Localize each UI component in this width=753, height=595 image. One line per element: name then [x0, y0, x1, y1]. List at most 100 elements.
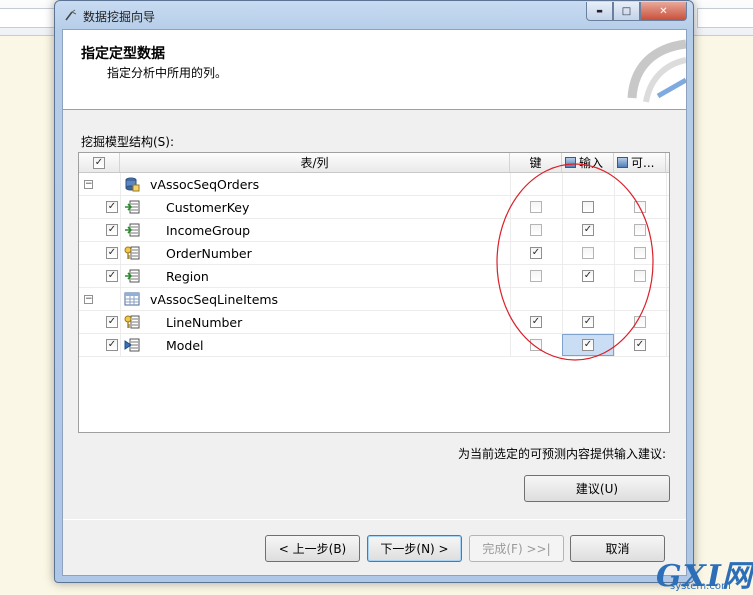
input-checkbox[interactable] — [582, 270, 594, 282]
include-checkbox[interactable] — [106, 339, 118, 351]
maximize-icon: □ — [621, 5, 632, 17]
collapse-icon[interactable]: − — [84, 179, 93, 189]
column-header-predictable-label: 可... — [631, 156, 655, 170]
table-name: vAssocSeqLineItems — [150, 291, 279, 307]
suggest-button[interactable]: 建议(U) — [524, 475, 670, 502]
title-bar[interactable]: 数据挖掘向导 ▬ □ ✕ — [55, 1, 693, 29]
minimize-button[interactable]: ▬ — [586, 2, 613, 21]
input-checkbox[interactable] — [582, 339, 594, 351]
table-row[interactable]: LineNumber — [79, 311, 669, 334]
input-checkbox[interactable] — [582, 247, 594, 259]
case-table-icon — [125, 177, 140, 192]
table-row[interactable]: IncomeGroup — [79, 219, 669, 242]
wizard-body: 指定定型数据 指定分析中所用的列。 挖掘模型结构(S): 表/列 键 输入 — [62, 29, 687, 576]
wizard-header: 指定定型数据 指定分析中所用的列。 — [63, 30, 686, 110]
table-row[interactable]: Model — [79, 334, 669, 357]
table-row[interactable]: CustomerKey — [79, 196, 669, 219]
column-icon — [125, 200, 140, 214]
table-row[interactable]: Region — [79, 265, 669, 288]
suggest-hint: 为当前选定的可预测内容提供输入建议: — [457, 447, 666, 461]
key-checkbox[interactable] — [530, 270, 542, 282]
column-icon — [125, 223, 140, 237]
predictable-checkbox[interactable] — [634, 224, 646, 236]
row-icon — [124, 242, 140, 264]
back-button[interactable]: < 上一步(B) — [265, 535, 360, 562]
selected-input-cell[interactable] — [562, 334, 614, 356]
column-name: Model — [166, 337, 204, 353]
predictable-select-all-checkbox[interactable] — [617, 157, 628, 168]
grid-label: 挖掘模型结构(S): — [81, 135, 175, 149]
row-expander[interactable]: − — [84, 288, 93, 310]
watermark-domain: system.com — [670, 581, 731, 592]
row-icon — [124, 173, 140, 195]
row-expander[interactable]: − — [84, 173, 93, 195]
include-checkbox[interactable] — [106, 201, 118, 213]
cancel-button[interactable]: 取消 — [570, 535, 665, 562]
input-select-all-checkbox[interactable] — [565, 157, 576, 168]
column-header-input[interactable]: 输入 — [562, 153, 614, 172]
column-header-table-column[interactable]: 表/列 — [120, 153, 510, 172]
close-button[interactable]: ✕ — [640, 2, 687, 21]
maximize-button[interactable]: □ — [613, 2, 640, 21]
row-icon — [124, 219, 140, 241]
predictable-checkbox[interactable] — [634, 270, 646, 282]
wizard-banner-graphic — [627, 39, 686, 103]
input-checkbox[interactable] — [582, 224, 594, 236]
predictable-checkbox[interactable] — [634, 201, 646, 213]
row-icon — [124, 334, 140, 356]
key-checkbox[interactable] — [530, 339, 542, 351]
background-panel — [697, 8, 753, 28]
key-column-icon — [124, 246, 140, 260]
select-all-checkbox[interactable] — [93, 156, 105, 169]
row-icon — [124, 288, 140, 310]
key-column-icon — [124, 315, 140, 329]
table-name: vAssocSeqOrders — [150, 176, 260, 192]
next-button[interactable]: 下一步(N) > — [367, 535, 462, 562]
column-name: CustomerKey — [166, 199, 250, 215]
column-name: Region — [166, 268, 209, 284]
table-row[interactable]: − vAssocSeqOrders — [79, 173, 669, 196]
predictable-checkbox[interactable] — [634, 316, 646, 328]
include-checkbox[interactable] — [106, 316, 118, 328]
input-checkbox[interactable] — [582, 201, 594, 213]
nested-table-icon — [124, 292, 140, 306]
row-icon — [124, 196, 140, 218]
page-title: 指定定型数据 — [81, 46, 165, 62]
close-icon: ✕ — [659, 5, 668, 17]
column-name: OrderNumber — [166, 245, 252, 261]
key-checkbox[interactable] — [530, 201, 542, 213]
table-row[interactable]: − vAssocSeqLineItems — [79, 288, 669, 311]
site-watermark: GXI网 system.com — [656, 551, 753, 595]
grid-header: 表/列 键 输入 可... — [79, 153, 669, 173]
column-name: IncomeGroup — [166, 222, 251, 238]
column-header-input-label: 输入 — [579, 156, 604, 170]
minimize-icon: ▬ — [596, 7, 603, 15]
select-all-header[interactable] — [79, 153, 120, 172]
collapse-icon[interactable]: − — [84, 294, 93, 304]
include-checkbox[interactable] — [106, 224, 118, 236]
column-icon — [125, 269, 140, 283]
footer-separator — [63, 519, 686, 520]
table-row[interactable]: OrderNumber — [79, 242, 669, 265]
wizard-icon — [65, 9, 77, 21]
row-icon — [124, 311, 140, 333]
predictable-checkbox[interactable] — [634, 339, 646, 351]
wizard-window: 数据挖掘向导 ▬ □ ✕ 指定定型数据 指定分析中所用的列。 挖掘模型结构(S)… — [54, 0, 694, 583]
include-checkbox[interactable] — [106, 270, 118, 282]
key-checkbox[interactable] — [530, 316, 542, 328]
input-checkbox[interactable] — [582, 316, 594, 328]
column-name: LineNumber — [166, 314, 243, 330]
row-icon — [124, 265, 140, 287]
window-title: 数据挖掘向导 — [83, 10, 156, 24]
key-checkbox[interactable] — [530, 224, 542, 236]
background-panel — [0, 8, 56, 28]
column-header-predictable[interactable]: 可... — [614, 153, 666, 172]
include-checkbox[interactable] — [106, 247, 118, 259]
predictable-checkbox[interactable] — [634, 247, 646, 259]
key-checkbox[interactable] — [530, 247, 542, 259]
mining-structure-grid[interactable]: 表/列 键 输入 可... − — [78, 152, 670, 433]
finish-button: 完成(F) >>| — [469, 535, 564, 562]
page-subtitle: 指定分析中所用的列。 — [107, 66, 228, 80]
column-header-key[interactable]: 键 — [510, 153, 562, 172]
predict-column-icon — [124, 338, 140, 352]
